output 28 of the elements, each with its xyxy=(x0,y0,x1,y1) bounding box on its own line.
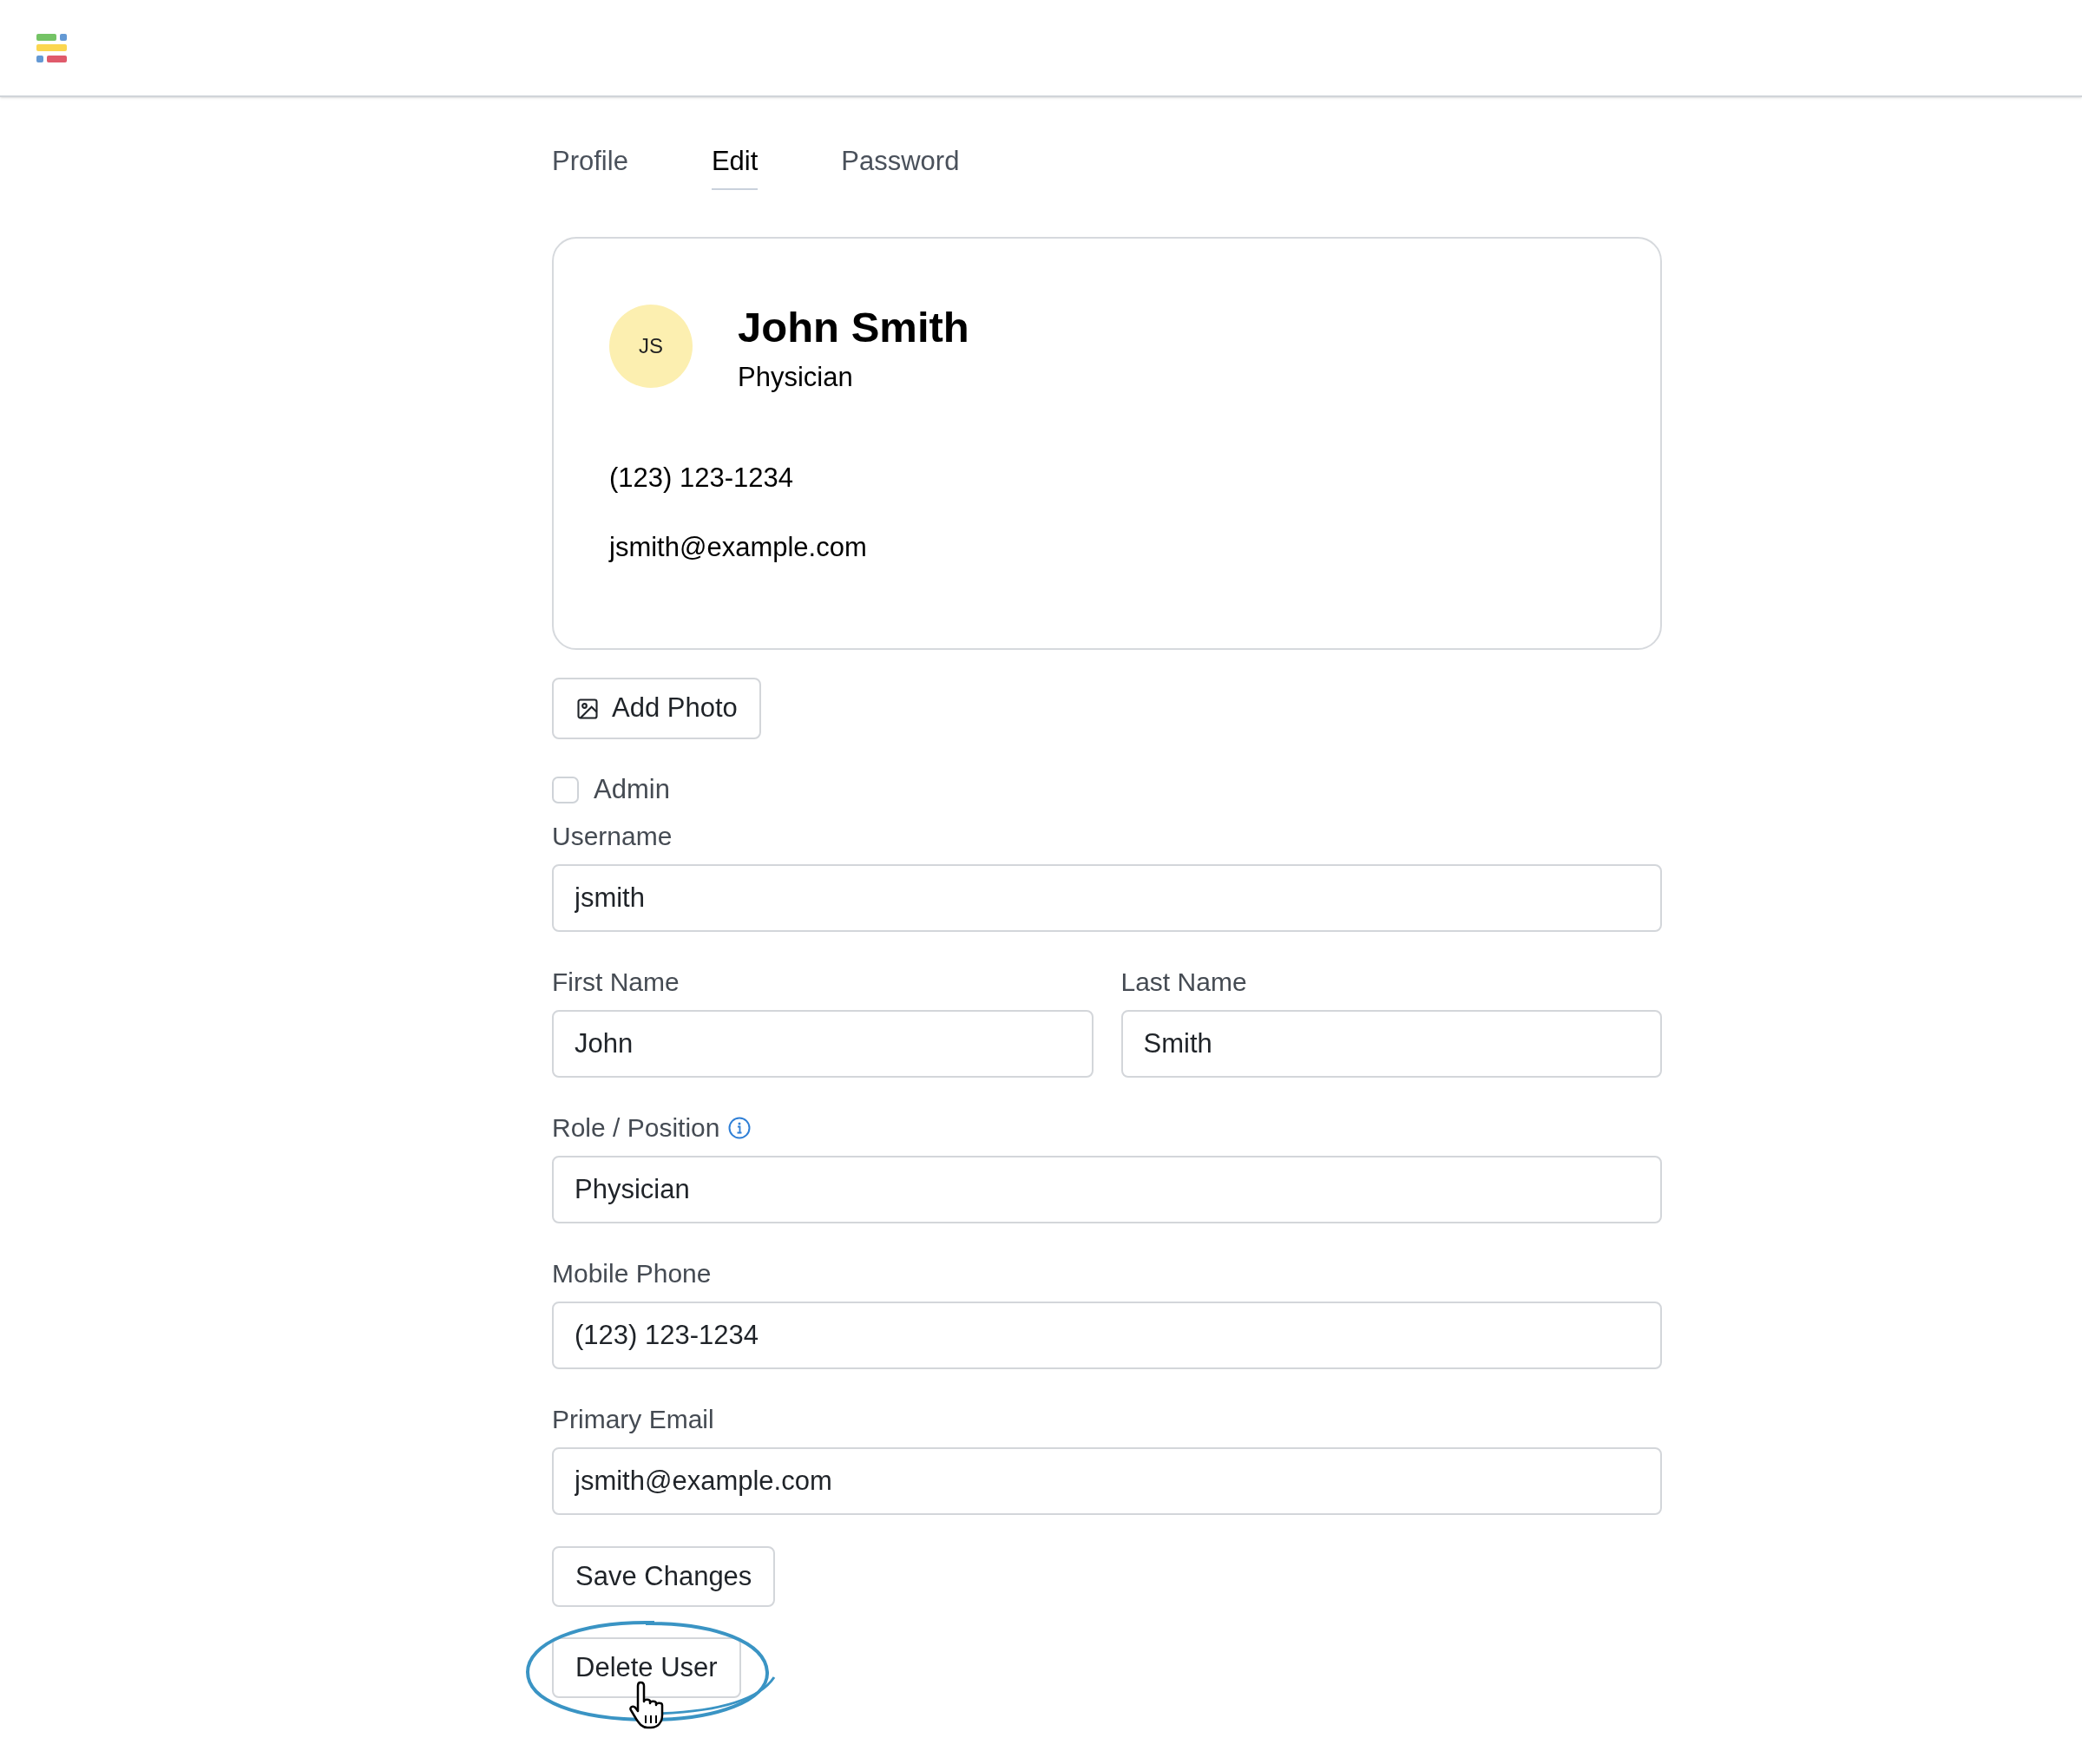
phone-number: (123) 123-1234 xyxy=(609,462,794,495)
tab[interactable]: Edit xyxy=(711,145,759,190)
tab[interactable]: Profile xyxy=(552,145,628,190)
field-label: Username xyxy=(552,821,673,852)
action-button[interactable]: Save Changes xyxy=(552,1546,776,1607)
text-field[interactable]: jsmith xyxy=(552,864,1662,932)
text-field[interactable]: (123) 123-1234 xyxy=(552,1302,1662,1369)
user-role: Physician xyxy=(738,361,854,394)
text-field[interactable]: Physician xyxy=(552,1156,1662,1223)
email-address: jsmith@example.com xyxy=(609,531,868,564)
text-field[interactable]: jsmith@example.com xyxy=(552,1447,1662,1515)
user-name: John Smith xyxy=(738,305,969,350)
avatar: JS xyxy=(609,305,693,388)
add-photo-button[interactable]: Add Photo xyxy=(552,678,761,739)
action-button[interactable]: Delete User xyxy=(552,1637,741,1698)
tab[interactable]: Password xyxy=(841,145,960,190)
field-label: Last Name xyxy=(1120,967,1247,998)
checkbox[interactable] xyxy=(552,776,579,803)
image-icon xyxy=(575,696,600,721)
field-label: First Name xyxy=(552,967,680,998)
info-icon[interactable] xyxy=(728,1117,752,1139)
field-label: Mobile Phone xyxy=(552,1258,712,1289)
checkbox-label: Admin xyxy=(594,773,670,806)
text-field[interactable]: John xyxy=(552,1010,1094,1078)
text-field[interactable]: Smith xyxy=(1120,1010,1662,1078)
logo-icon xyxy=(36,33,67,62)
field-label: Role / Position xyxy=(552,1112,720,1144)
field-label: Primary Email xyxy=(552,1404,714,1435)
